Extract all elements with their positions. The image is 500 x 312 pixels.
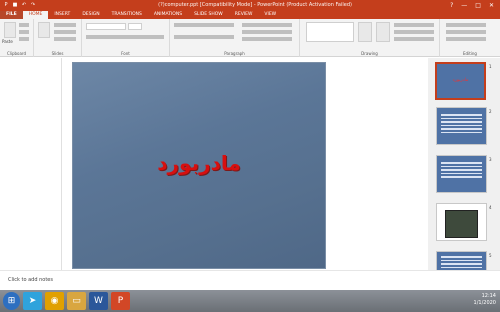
smartart-button[interactable] bbox=[242, 37, 292, 41]
replace-button[interactable] bbox=[446, 30, 486, 34]
cut-button[interactable] bbox=[19, 23, 29, 27]
font-format-buttons[interactable] bbox=[86, 35, 164, 39]
font-name-select[interactable] bbox=[86, 23, 126, 30]
ribbon: Paste Clipboard Slides Font Paragraph Dr… bbox=[0, 19, 500, 57]
clock-time: 12:14 bbox=[481, 293, 496, 299]
telegram-icon[interactable]: ➤ bbox=[23, 292, 42, 310]
layout-button[interactable] bbox=[54, 23, 76, 27]
shape-effects-button[interactable] bbox=[394, 37, 434, 41]
slide-thumbnail-5[interactable] bbox=[436, 251, 487, 270]
paste-button[interactable] bbox=[4, 22, 16, 38]
tab-transitions[interactable]: TRANSITIONS bbox=[106, 11, 148, 19]
quick-access-toolbar: P ■ ↶ ↷ bbox=[0, 2, 60, 8]
shape-fill-button[interactable] bbox=[394, 23, 434, 27]
slide-thumbnail-2[interactable] bbox=[436, 107, 487, 145]
list-buttons[interactable] bbox=[174, 23, 234, 27]
tab-slide-show[interactable]: SLIDE SHOW bbox=[188, 11, 229, 19]
clock-date: 1/1/2020 bbox=[473, 300, 496, 306]
minimize-button[interactable]: — bbox=[461, 2, 467, 9]
tab-animations[interactable]: ANIMATIONS bbox=[148, 11, 188, 19]
shape-outline-button[interactable] bbox=[394, 30, 434, 34]
thumbnail-1-title: مادربورد bbox=[452, 78, 469, 83]
tab-insert[interactable]: INSERT bbox=[48, 11, 76, 19]
current-slide[interactable]: مادربورد bbox=[72, 62, 326, 269]
system-tray[interactable]: 12:14 1/1/2020 bbox=[474, 293, 496, 307]
title-bar: P ■ ↶ ↷ ‏‎(?)computer.ppt [‏‎Compatibili… bbox=[0, 0, 500, 10]
quick-styles-button[interactable] bbox=[376, 22, 390, 42]
section-button[interactable] bbox=[54, 37, 76, 41]
paragraph-group: Paragraph bbox=[170, 19, 300, 57]
chrome-icon[interactable]: ◉ bbox=[45, 292, 64, 310]
reset-button[interactable] bbox=[54, 30, 76, 34]
notes-bar: Click to add notes bbox=[0, 270, 500, 290]
save-icon[interactable]: ■ bbox=[12, 2, 18, 8]
redo-icon[interactable]: ↷ bbox=[30, 2, 36, 8]
undo-icon[interactable]: ↶ bbox=[21, 2, 27, 8]
tab-view[interactable]: VIEW bbox=[258, 11, 282, 19]
shapes-gallery[interactable] bbox=[306, 22, 354, 42]
maximize-button[interactable]: □ bbox=[475, 2, 481, 9]
thumbnail-number: 3 bbox=[489, 157, 492, 162]
slide-editing-area: مادربورد bbox=[62, 58, 425, 270]
arrange-button[interactable] bbox=[358, 22, 372, 42]
find-button[interactable] bbox=[446, 23, 486, 27]
slide-thumbnails-pane: مادربورد 1 2 3 4 5 bbox=[428, 58, 500, 270]
slide-thumbnail-3[interactable] bbox=[436, 155, 487, 193]
close-button[interactable]: ✕ bbox=[489, 2, 494, 9]
align-buttons[interactable] bbox=[174, 35, 234, 39]
font-group: Font bbox=[82, 19, 170, 57]
drawing-group-label: Drawing bbox=[361, 51, 378, 56]
font-size-select[interactable] bbox=[128, 23, 142, 30]
slide-thumbnail-4[interactable] bbox=[436, 203, 487, 241]
format-painter-button[interactable] bbox=[19, 37, 29, 41]
slides-group-label: Slides bbox=[51, 51, 64, 56]
slides-group: Slides bbox=[34, 19, 82, 57]
tab-file[interactable]: FILE bbox=[0, 11, 23, 19]
tab-home[interactable]: HOME bbox=[22, 11, 49, 19]
paragraph-group-label: Paragraph bbox=[224, 51, 245, 56]
powerpoint-app-icon: P bbox=[4, 2, 8, 8]
editing-group-label: Editing bbox=[463, 51, 477, 56]
select-button[interactable] bbox=[446, 37, 486, 41]
thumbnail-number: 2 bbox=[489, 109, 492, 114]
thumbnail-number: 1 bbox=[489, 64, 492, 69]
tab-review[interactable]: REVIEW bbox=[229, 11, 259, 19]
copy-button[interactable] bbox=[19, 30, 29, 34]
window-title: ‏‎(?)computer.ppt [‏‎Compatibility Mode]… bbox=[158, 2, 352, 8]
ribbon-tabs: FILE HOME INSERT DESIGN TRANSITIONS ANIM… bbox=[0, 10, 500, 19]
paste-label: Paste bbox=[2, 39, 13, 44]
new-slide-button[interactable] bbox=[38, 22, 50, 38]
font-group-label: Font bbox=[121, 51, 130, 56]
thumbnail-number: 4 bbox=[489, 205, 492, 210]
motherboard-image bbox=[445, 210, 478, 238]
thumbnail-number: 5 bbox=[489, 253, 492, 258]
help-button[interactable]: ? bbox=[450, 2, 453, 9]
powerpoint-icon[interactable]: P bbox=[111, 292, 130, 310]
windows-taskbar: ⊞ ➤ ◉ ▭ W P 12:14 1/1/2020 bbox=[0, 290, 500, 312]
drawing-group: Drawing bbox=[300, 19, 440, 57]
left-pane bbox=[0, 58, 62, 270]
notes-hint[interactable]: Click to add notes bbox=[8, 277, 53, 283]
editing-group: Editing bbox=[440, 19, 500, 57]
slide-thumbnail-1[interactable]: مادربورد bbox=[435, 62, 486, 100]
word-icon[interactable]: W bbox=[89, 292, 108, 310]
tab-design[interactable]: DESIGN bbox=[76, 11, 105, 19]
clipboard-group: Paste Clipboard bbox=[0, 19, 34, 57]
explorer-icon[interactable]: ▭ bbox=[67, 292, 86, 310]
text-direction-button[interactable] bbox=[242, 23, 292, 27]
align-text-button[interactable] bbox=[242, 30, 292, 34]
start-icon[interactable]: ⊞ bbox=[3, 292, 20, 310]
slide-title[interactable]: مادربورد bbox=[73, 151, 325, 175]
clipboard-group-label: Clipboard bbox=[6, 51, 27, 56]
